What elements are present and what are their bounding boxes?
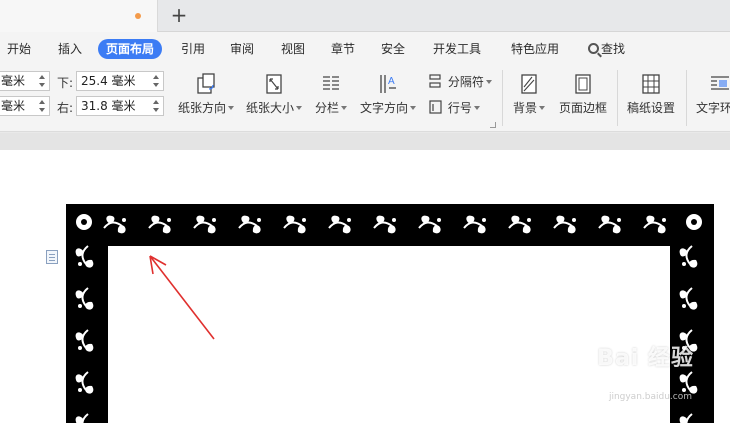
manuscript-grid-icon bbox=[642, 74, 660, 94]
spinner-arrows-icon[interactable] bbox=[39, 98, 47, 114]
paper-size-button[interactable]: 纸张大小 bbox=[245, 72, 303, 116]
page-border-icon bbox=[575, 74, 591, 94]
baidu-watermark-url: jingyan.baidu.com bbox=[608, 392, 692, 402]
ribbon-toolbar: 毫米 毫米 下: 25.4 毫米 右: 31.8 毫米 纸张方向 纸张大小 分栏 bbox=[0, 66, 730, 132]
columns-button[interactable]: 分栏 bbox=[312, 72, 350, 116]
menu-references[interactable]: 引用 bbox=[181, 40, 205, 59]
new-tab-plus-icon[interactable]: + bbox=[170, 3, 188, 27]
spinner-arrows-icon[interactable] bbox=[39, 73, 47, 89]
line-number-icon bbox=[429, 100, 442, 114]
page-gap bbox=[0, 133, 730, 150]
margin-bottom-input[interactable]: 25.4 毫米 bbox=[76, 71, 164, 91]
menu-search[interactable]: 查找 bbox=[588, 40, 625, 59]
menu-insert[interactable]: 插入 bbox=[58, 40, 82, 59]
text-direction-button[interactable]: A 文字方向 bbox=[358, 72, 418, 116]
margin-right-input[interactable]: 31.8 毫米 bbox=[76, 96, 164, 116]
orientation-button[interactable]: 纸张方向 bbox=[176, 72, 236, 116]
page-art-border bbox=[66, 204, 714, 423]
menu-special-apps[interactable]: 特色应用 bbox=[511, 40, 559, 59]
menu-developer-tools[interactable]: 开发工具 bbox=[433, 40, 481, 59]
margin-top-left-input[interactable]: 毫米 bbox=[0, 71, 50, 91]
text-wrap-icon bbox=[711, 76, 729, 90]
unsaved-dot-icon bbox=[135, 13, 141, 19]
orientation-icon bbox=[197, 73, 215, 94]
dropdown-caret-icon bbox=[296, 106, 302, 110]
dropdown-caret-icon bbox=[410, 106, 416, 110]
separator-button[interactable]: 分隔符 bbox=[428, 73, 492, 90]
background-icon bbox=[521, 74, 537, 94]
line-number-button[interactable]: 行号 bbox=[428, 99, 480, 116]
spinner-arrows-icon[interactable] bbox=[153, 73, 161, 89]
search-label: 查找 bbox=[601, 42, 626, 56]
text-direction-icon: A bbox=[380, 75, 396, 93]
document-tab[interactable] bbox=[0, 0, 158, 32]
dropdown-caret-icon bbox=[539, 106, 545, 110]
background-button[interactable]: 背景 bbox=[508, 72, 550, 116]
page-border-button[interactable]: 页面边框 bbox=[555, 72, 611, 116]
manuscript-settings-button[interactable]: 稿纸设置 bbox=[623, 72, 679, 116]
menu-home[interactable]: 开始 bbox=[7, 40, 31, 59]
dropdown-caret-icon bbox=[341, 106, 347, 110]
dropdown-caret-icon bbox=[473, 106, 480, 110]
ribbon-divider bbox=[686, 70, 687, 126]
margin-bottom-left-input[interactable]: 毫米 bbox=[0, 96, 50, 116]
menu-review[interactable]: 审阅 bbox=[230, 40, 254, 59]
document-outline-icon[interactable] bbox=[46, 250, 58, 264]
margin-right-label: 右: bbox=[57, 101, 74, 115]
search-icon bbox=[588, 43, 599, 54]
menu-view[interactable]: 视图 bbox=[281, 40, 305, 59]
svg-text:A: A bbox=[388, 76, 395, 87]
menu-bar: 开始 插入 页面布局 引用 审阅 视图 章节 安全 开发工具 特色应用 查找 bbox=[0, 32, 730, 66]
dropdown-caret-icon bbox=[228, 106, 234, 110]
menu-chapter[interactable]: 章节 bbox=[331, 40, 355, 59]
separator-icon bbox=[429, 74, 441, 88]
menu-page-layout[interactable]: 页面布局 bbox=[98, 39, 163, 59]
columns-icon bbox=[323, 76, 339, 90]
spinner-arrows-icon[interactable] bbox=[153, 98, 161, 114]
margin-bottom-label: 下: bbox=[57, 76, 74, 90]
baidu-watermark: Bai 经验 bbox=[597, 346, 694, 371]
paper-size-icon bbox=[266, 74, 282, 94]
dropdown-caret-icon bbox=[485, 80, 492, 84]
tab-strip: + bbox=[0, 0, 730, 32]
ribbon-divider bbox=[502, 70, 503, 126]
menu-security[interactable]: 安全 bbox=[381, 40, 405, 59]
dialog-launcher-icon[interactable] bbox=[490, 122, 496, 128]
ribbon-divider bbox=[617, 70, 618, 126]
text-wrap-button[interactable]: 文字环 bbox=[693, 72, 730, 116]
